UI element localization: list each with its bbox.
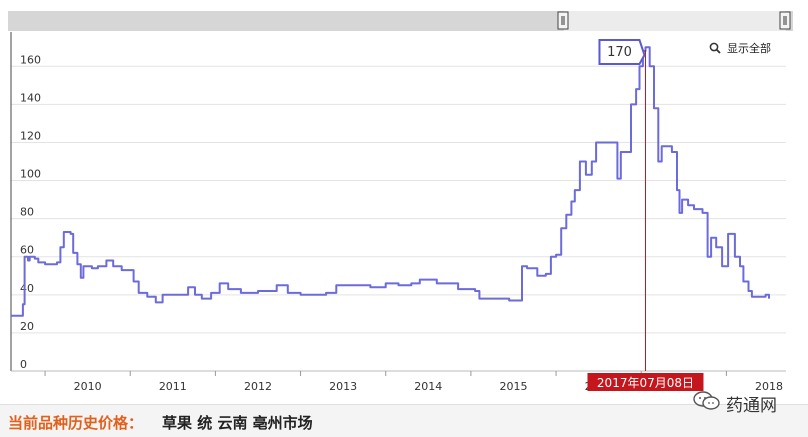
y-tick-label: 20 (20, 320, 34, 333)
zoom-icon (709, 42, 721, 54)
x-tick-label: 2012 (244, 380, 272, 393)
y-tick-label: 100 (20, 168, 41, 181)
y-tick-label: 160 (20, 53, 41, 66)
footer-label: 当前品种历史价格： (8, 414, 144, 432)
value-tooltip: 170 (598, 39, 646, 65)
x-tick-label: 2010 (74, 380, 102, 393)
y-tick-label: 40 (20, 282, 34, 295)
grid-lines (11, 65, 786, 334)
tooltip-value: 170 (607, 45, 632, 60)
crosshair-date-label: 2017年07月08日 (587, 373, 704, 391)
reset-zoom-label: 显示全部 (727, 41, 771, 55)
y-tick-label: 140 (20, 91, 41, 104)
x-tick-label: 2013 (329, 380, 357, 393)
reset-zoom-button[interactable]: 显示全部 (709, 41, 771, 55)
navigator-left-handle[interactable] (557, 11, 569, 30)
watermark: 药通网 (690, 388, 800, 416)
series-line (11, 46, 770, 317)
x-tick-label: 2011 (159, 380, 187, 393)
y-tick-label: 80 (20, 206, 34, 219)
navigator-right-handle[interactable] (779, 11, 791, 30)
footer-bar: 当前品种历史价格： 草果 统 云南 亳州市场 (0, 404, 808, 437)
y-tick-label: 120 (20, 129, 41, 142)
crosshair-date-text: 2017年07月08日 (597, 376, 694, 390)
y-tick-label: 60 (20, 244, 34, 257)
price-history-chart: 0 20 40 60 80 100 120 140 160 2010 2011 2012 2013 20… (8, 11, 793, 393)
y-tick-label: 0 (20, 358, 27, 371)
wechat-icon (693, 391, 720, 410)
x-tick-label: 2015 (499, 380, 527, 393)
footer-title: 草果 统 云南 亳州市场 (162, 414, 313, 432)
navigator-selection[interactable] (564, 11, 786, 31)
watermark-text: 药通网 (726, 396, 777, 416)
y-axis-ticks: 0 20 40 60 80 100 120 140 160 (20, 53, 41, 371)
x-tick-label: 2014 (414, 380, 442, 393)
